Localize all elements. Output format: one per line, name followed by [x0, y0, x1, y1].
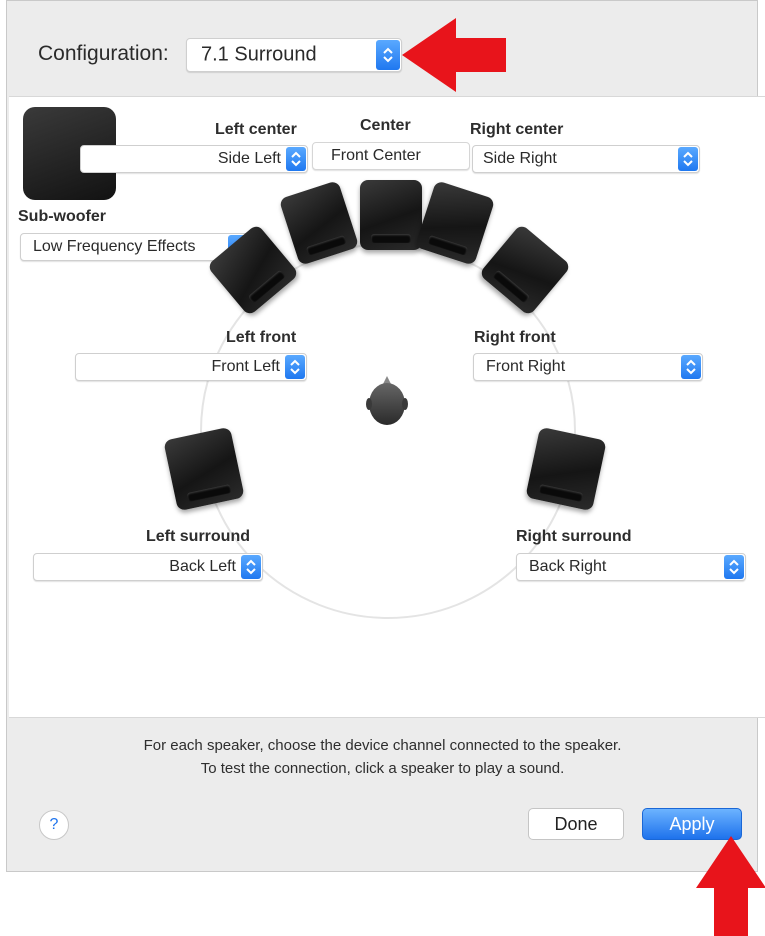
left-surround-label: Left surround [146, 528, 250, 545]
right-front-label: Right front [474, 329, 556, 346]
left-center-label: Left center [215, 121, 297, 138]
right-surround-channel-popup[interactable]: Back Right [516, 553, 746, 581]
configuration-value: 7.1 Surround [201, 43, 317, 66]
configuration-popup[interactable]: 7.1 Surround [186, 38, 402, 72]
left-surround-speaker[interactable] [163, 426, 245, 512]
left-center-channel-popup[interactable]: Side Left [80, 145, 308, 173]
up-down-stepper-icon [681, 355, 701, 379]
center-label: Center [360, 117, 411, 134]
instruction-text-line1: For each speaker, choose the device chan… [143, 737, 622, 754]
right-center-channel-popup[interactable]: Side Right [472, 145, 700, 173]
up-down-stepper-icon [241, 555, 261, 579]
up-down-stepper-icon [376, 40, 400, 70]
red-arrow-icon [402, 18, 506, 92]
up-down-stepper-icon [724, 555, 744, 579]
help-button[interactable]: ? [39, 810, 69, 840]
up-down-stepper-icon [285, 355, 305, 379]
configuration-label: Configuration: [38, 42, 169, 65]
right-center-label: Right center [470, 121, 564, 138]
done-button[interactable]: Done [528, 808, 624, 840]
right-front-channel-popup[interactable]: Front Right [473, 353, 703, 381]
left-front-label: Left front [226, 329, 297, 346]
left-surround-channel-popup[interactable]: Back Left [33, 553, 263, 581]
listener-head-icon [366, 374, 408, 432]
up-down-stepper-icon [678, 147, 698, 171]
center-speaker[interactable] [360, 180, 422, 250]
center-channel-popup[interactable]: Front Center [312, 142, 470, 170]
instruction-text-line2: To test the connection, click a speaker … [200, 760, 565, 777]
left-front-channel-popup[interactable]: Front Left [75, 353, 307, 381]
subwoofer-label: Sub-woofer [18, 208, 106, 225]
up-down-stepper-icon [286, 147, 306, 171]
right-surround-label: Right surround [516, 528, 632, 545]
red-arrow-icon [696, 836, 765, 936]
